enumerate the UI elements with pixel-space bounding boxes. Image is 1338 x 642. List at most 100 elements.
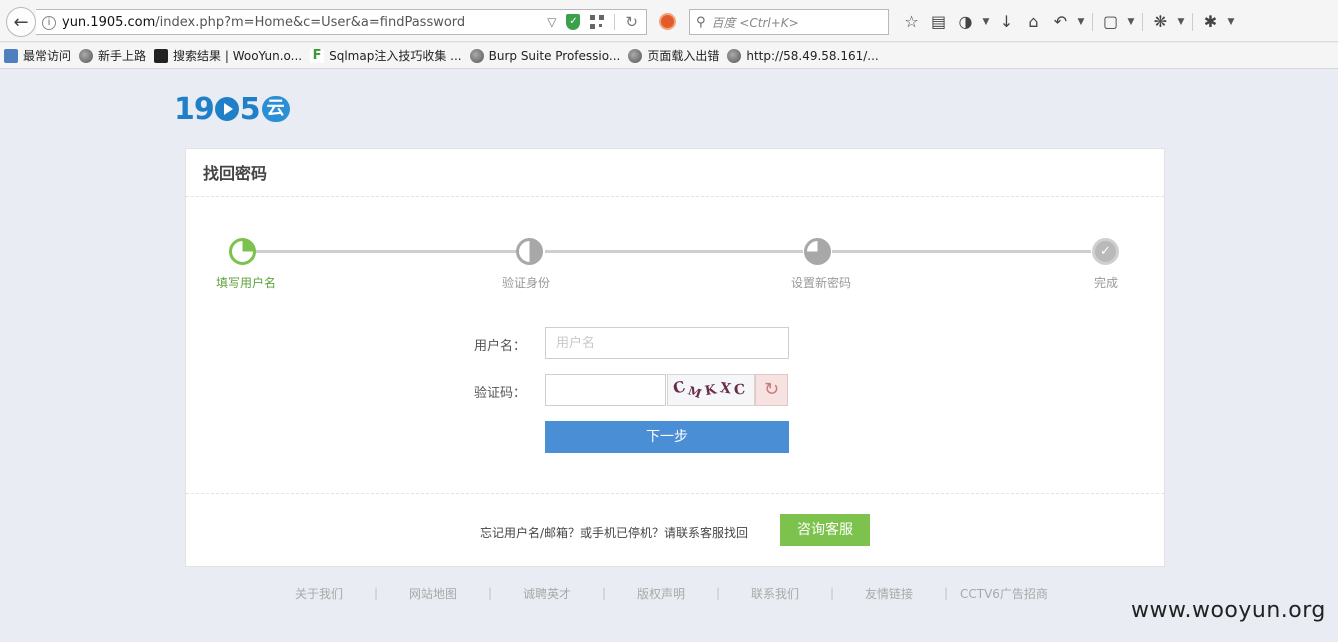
bug-dropdown-icon[interactable]: ▼	[1224, 10, 1238, 34]
globe-icon	[79, 48, 94, 63]
step-2-label: 验证身份	[502, 276, 551, 290]
palette-dropdown-icon[interactable]: ▼	[979, 10, 993, 34]
separator	[614, 14, 616, 30]
separator: |	[715, 586, 721, 600]
site-logo[interactable]: 19 5 云	[174, 91, 290, 127]
search-placeholder: 百度 <Ctrl+K>	[711, 15, 799, 30]
adblock-icon[interactable]	[659, 13, 676, 30]
bookmark-item[interactable]: 页面载入出错	[628, 47, 719, 64]
footer-link-copyright[interactable]: 版权声明	[618, 585, 704, 602]
footer-link-jobs[interactable]: 诚聘英才	[504, 585, 590, 602]
next-step-button[interactable]: 下一步	[545, 421, 789, 453]
footer-links: 关于我们 | 网站地图 | 诚聘英才 | 版权声明 | 联系我们 | 友情链接 …	[276, 584, 1048, 602]
bookmark-item[interactable]: Burp Suite Professio...	[469, 48, 621, 63]
bookmark-label: http://58.49.58.161/...	[746, 48, 879, 63]
logo-text: 5	[239, 91, 261, 127]
bookmark-label: Burp Suite Professio...	[488, 48, 621, 63]
captcha-input[interactable]	[545, 374, 666, 406]
browser-toolbar: ← i yun.1905.com/index.php?m=Home&c=User…	[0, 0, 1338, 42]
step-connector	[832, 250, 1091, 253]
qr-code-icon[interactable]	[590, 15, 605, 29]
bookmark-label: 新手上路	[98, 49, 147, 63]
tools-dropdown-icon[interactable]: ▼	[1174, 10, 1188, 34]
wooyun-icon	[154, 48, 169, 63]
bookmark-item[interactable]: F Sqlmap注入技巧收集 ...	[310, 47, 462, 64]
captcha-image[interactable]: C M K X C	[667, 374, 755, 406]
step-1-icon	[229, 238, 256, 265]
undo-dropdown-icon[interactable]: ▼	[1074, 10, 1088, 34]
separator: |	[829, 586, 835, 600]
check-icon: ✓	[1092, 238, 1119, 265]
captcha-char: C	[732, 381, 749, 399]
separator	[1192, 13, 1193, 31]
bookmark-label: 页面载入出错	[647, 49, 720, 63]
find-password-card: 找回密码 ✓ 填写用户名 验证身份 设置新密码 完成 用户名： 验证码： C M…	[185, 148, 1165, 567]
crop-dropdown-icon[interactable]: ▼	[1124, 10, 1138, 34]
bookmark-label: 最常访问	[23, 49, 72, 63]
url-path: /index.php?m=Home&c=User&a=findPassword	[155, 14, 466, 30]
bug-icon[interactable]: ✱	[1197, 10, 1224, 34]
step-1-label: 填写用户名	[216, 276, 277, 290]
url-host: yun.1905.com	[62, 14, 156, 30]
bookmark-item[interactable]: 最常访问	[4, 47, 71, 64]
step-3-icon	[804, 238, 831, 265]
separator: |	[601, 586, 607, 600]
card-footer: 忘记用户名/邮箱？或手机已停机？请联系客服找回 咨询客服	[186, 493, 1164, 567]
url-text[interactable]: yun.1905.com/index.php?m=Home&c=User&a=f…	[62, 15, 547, 30]
bookmark-item[interactable]: http://58.49.58.161/...	[727, 48, 879, 63]
step-connector	[545, 250, 803, 253]
globe-icon	[727, 48, 742, 63]
refresh-captcha-icon[interactable]: ↻	[755, 374, 788, 406]
play-icon	[214, 97, 239, 121]
logo-cloud: 云	[261, 96, 290, 122]
step-4-label: 完成	[1094, 276, 1119, 290]
download-icon[interactable]: ↓	[993, 10, 1020, 34]
url-bar[interactable]: i yun.1905.com/index.php?m=Home&c=User&a…	[36, 9, 647, 35]
search-bar[interactable]: ⚲ 百度 <Ctrl+K>	[689, 9, 889, 35]
back-arrow-icon[interactable]: ←	[6, 7, 36, 37]
separator: |	[373, 586, 379, 600]
bookmark-item[interactable]: 搜索结果 | WooYun.o...	[154, 47, 302, 64]
bookmark-label: Sqlmap注入技巧收集 ...	[329, 49, 462, 63]
site-info-icon[interactable]: i	[36, 14, 62, 30]
captcha-label: 验证码：	[473, 386, 526, 401]
username-label: 用户名：	[473, 339, 526, 354]
globe-icon	[628, 48, 643, 63]
search-icon: ⚲	[696, 14, 706, 30]
step-2-icon	[516, 238, 543, 265]
captcha-char: K	[704, 381, 721, 399]
separator: |	[487, 586, 493, 600]
reading-list-icon[interactable]: ▤	[925, 10, 952, 34]
star-folder-icon	[4, 48, 18, 63]
watermark: www.wooyun.org	[1131, 598, 1326, 623]
tools-icon[interactable]: ❋	[1147, 10, 1174, 34]
separator	[1092, 13, 1093, 31]
help-text: 忘记用户名/邮箱？或手机已停机？请联系客服找回	[480, 526, 749, 540]
footer-link-friends[interactable]: 友情链接	[846, 585, 932, 602]
bookmarks-bar: 最常访问 新手上路 搜索结果 | WooYun.o... F Sqlmap注入技巧…	[0, 43, 1338, 69]
consult-service-button[interactable]: 咨询客服	[780, 514, 870, 546]
separator	[1142, 13, 1143, 31]
palette-icon[interactable]: ◑	[952, 10, 979, 34]
bookmark-star-icon[interactable]: ☆	[898, 10, 925, 34]
progress-steps: ✓ 填写用户名 验证身份 设置新密码 完成	[186, 236, 1166, 296]
f-icon: F	[310, 48, 325, 63]
footer-link-contact[interactable]: 联系我们	[732, 585, 818, 602]
crop-icon[interactable]: ▢	[1097, 10, 1124, 34]
undo-icon[interactable]: ↶	[1047, 10, 1074, 34]
logo-text: 19	[174, 91, 215, 127]
footer-link-ads[interactable]: CCTV6广告招商	[960, 585, 1048, 602]
home-icon[interactable]: ⌂	[1020, 10, 1047, 34]
reload-icon[interactable]: ↻	[625, 13, 638, 31]
separator: |	[943, 586, 949, 600]
bookmark-label: 搜索结果 | WooYun.o...	[173, 49, 303, 63]
step-connector	[244, 250, 517, 253]
username-input[interactable]	[545, 327, 789, 359]
step-3-label: 设置新密码	[791, 276, 852, 290]
footer-link-about[interactable]: 关于我们	[276, 585, 362, 602]
bookmark-item[interactable]: 新手上路	[79, 47, 146, 64]
shield-icon[interactable]: ✓	[566, 14, 581, 30]
footer-link-sitemap[interactable]: 网站地图	[390, 585, 476, 602]
page-title: 找回密码	[186, 149, 1164, 197]
dropdown-triangle-icon[interactable]: ▽	[547, 15, 556, 29]
